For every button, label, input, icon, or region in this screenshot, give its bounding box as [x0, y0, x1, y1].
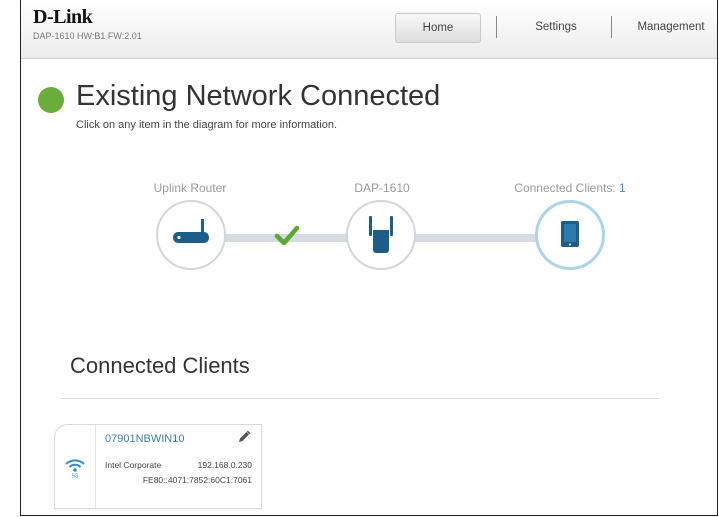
status-subtitle: Click on any item in the diagram for mor…: [76, 119, 338, 131]
tablet-icon: [561, 221, 579, 247]
model-info: DAP-1610 HW:B1 FW:2.01: [33, 31, 142, 41]
connected-clients-label: Connected Clients: 1: [500, 181, 640, 195]
status-title: Existing Network Connected: [76, 80, 441, 112]
client-card-sidebar: 5G: [55, 425, 96, 508]
nav-divider: [496, 16, 497, 38]
device-label: DAP-1610: [354, 181, 410, 195]
extender-icon: [369, 216, 393, 253]
client-card[interactable]: 5G 07901NBWIN10 Intel Corporate 192.168.…: [54, 424, 262, 509]
section-divider: [60, 398, 660, 399]
clients-connection-line: [414, 234, 540, 242]
router-icon: [173, 219, 209, 243]
connected-clients-count: 1: [619, 181, 626, 195]
dap-device-node[interactable]: [346, 200, 416, 270]
top-header: D-Link DAP-1610 HW:B1 FW:2.01 Home Setti…: [21, 0, 717, 59]
nav-settings-tab[interactable]: Settings: [511, 13, 601, 41]
svg-text:5G: 5G: [72, 474, 79, 480]
connected-clients-node[interactable]: [535, 200, 605, 270]
client-ip: 192.168.0.230: [197, 460, 252, 470]
nav-home-tab[interactable]: Home: [395, 13, 481, 43]
uplink-router-node[interactable]: [156, 200, 226, 270]
connected-clients-heading: Connected Clients: [70, 353, 250, 378]
client-name[interactable]: 07901NBWIN10: [105, 433, 185, 445]
dlink-logo[interactable]: D-Link: [33, 6, 93, 29]
client-vendor: Intel Corporate: [105, 460, 162, 470]
uplink-router-label: Uplink Router: [153, 181, 227, 195]
wifi-5g-icon: 5G: [65, 459, 85, 480]
connected-clients-text: Connected Clients:: [514, 181, 616, 195]
client-ipv6: FE80::4071:7852:60C1:7061: [142, 475, 252, 485]
nav-management-tab[interactable]: Management: [625, 13, 717, 41]
status-indicator-icon: [38, 87, 64, 113]
connected-check-icon: [274, 225, 300, 246]
nav-divider: [611, 16, 612, 38]
edit-pencil-icon[interactable]: [237, 430, 251, 444]
